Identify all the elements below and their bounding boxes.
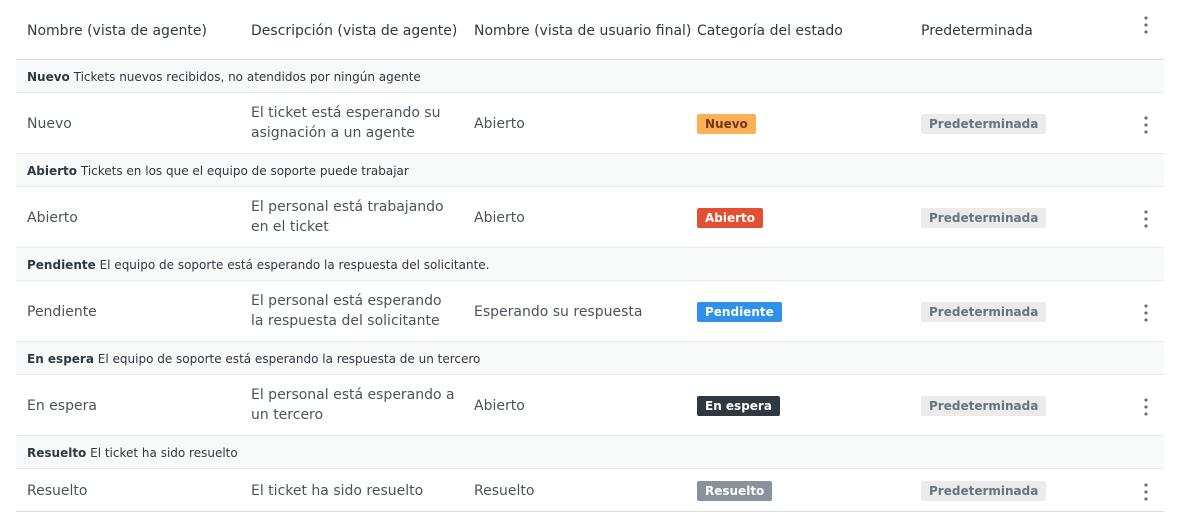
cell-name-agent: Abierto xyxy=(27,210,78,226)
table-row-en-espera[interactable]: En espera El personal está esperando a u… xyxy=(16,375,1164,436)
group-header-en-espera: En espera El equipo de soporte está espe… xyxy=(16,342,1164,375)
group-description: El equipo de soporte está esperando la r… xyxy=(97,352,481,366)
group-description: El ticket ha sido resuelto xyxy=(90,446,238,460)
cell-name-end-user: Abierto xyxy=(474,210,525,226)
group-header-resuelto: Resuelto El ticket ha sido resuelto xyxy=(16,436,1164,469)
status-badge-abierto: Abierto xyxy=(697,208,764,228)
group-header-nuevo: Nuevo Tickets nuevos recibidos, no atend… xyxy=(16,60,1164,93)
default-badge: Predeterminada xyxy=(921,396,1047,416)
group-description: Tickets en los que el equipo de soporte … xyxy=(80,164,409,178)
cell-name-agent: Pendiente xyxy=(27,304,97,320)
cell-name-end-user: Abierto xyxy=(474,116,525,132)
group-description: Tickets nuevos recibidos, no atendidos p… xyxy=(73,70,421,84)
group-name: Resuelto xyxy=(27,446,87,460)
group-description: El equipo de soporte está esperando la r… xyxy=(99,258,490,272)
cell-name-agent: En espera xyxy=(27,398,97,414)
cell-description-agent: El personal está esperando la respuesta … xyxy=(251,293,442,329)
header-name-agent[interactable]: Nombre (vista de agente) xyxy=(27,0,207,59)
cell-name-end-user: Esperando su respuesta xyxy=(474,304,643,320)
table-row-pendiente[interactable]: Pendiente El personal está esperando la … xyxy=(16,281,1164,342)
group-header-pendiente: Pendiente El equipo de soporte está espe… xyxy=(16,248,1164,281)
more-vertical-icon[interactable] xyxy=(1134,113,1158,137)
group-name: Pendiente xyxy=(27,258,96,272)
status-badge-pendiente: Pendiente xyxy=(697,302,782,322)
cell-name-end-user: Resuelto xyxy=(474,483,535,499)
more-vertical-icon[interactable] xyxy=(1134,207,1158,231)
table-row-nuevo[interactable]: Nuevo El ticket está esperando su asigna… xyxy=(16,93,1164,154)
table-row-abierto[interactable]: Abierto El personal está trabajando en e… xyxy=(16,187,1164,248)
cell-description-agent: El ticket está esperando su asignación a… xyxy=(251,105,441,141)
group-name: En espera xyxy=(27,352,94,366)
cell-name-agent: Resuelto xyxy=(27,483,88,499)
table-header: Nombre (vista de agente) Descripción (vi… xyxy=(16,0,1164,60)
more-vertical-icon[interactable] xyxy=(1134,301,1158,325)
status-badge-nuevo: Nuevo xyxy=(697,114,756,134)
cell-name-end-user: Abierto xyxy=(474,398,525,414)
default-badge: Predeterminada xyxy=(921,481,1047,501)
default-badge: Predeterminada xyxy=(921,302,1047,322)
cell-description-agent: El ticket ha sido resuelto xyxy=(251,483,424,499)
status-badge-resuelto: Resuelto xyxy=(697,481,773,501)
cell-description-agent: El personal está esperando a un tercero xyxy=(251,387,455,423)
cell-name-agent: Nuevo xyxy=(27,116,72,132)
group-header-abierto: Abierto Tickets en los que el equipo de … xyxy=(16,154,1164,187)
header-name-end-user[interactable]: Nombre (vista de usuario final) xyxy=(474,0,691,59)
header-description-agent[interactable]: Descripción (vista de agente) xyxy=(251,0,457,59)
cell-description-agent: El personal está trabajando en el ticket xyxy=(251,199,444,235)
header-default[interactable]: Predeterminada xyxy=(921,0,1033,59)
group-name: Nuevo xyxy=(27,70,70,84)
status-badge-en-espera: En espera xyxy=(697,396,780,416)
table-row-resuelto[interactable]: Resuelto El ticket ha sido resuelto Resu… xyxy=(16,469,1164,512)
more-vertical-icon[interactable] xyxy=(1134,13,1158,37)
more-vertical-icon[interactable] xyxy=(1134,395,1158,419)
default-badge: Predeterminada xyxy=(921,208,1047,228)
default-badge: Predeterminada xyxy=(921,114,1047,134)
group-name: Abierto xyxy=(27,164,78,178)
header-status-category[interactable]: Categoría del estado xyxy=(697,0,843,59)
more-vertical-icon[interactable] xyxy=(1134,480,1158,504)
ticket-statuses-table: Nombre (vista de agente) Descripción (vi… xyxy=(16,0,1164,512)
